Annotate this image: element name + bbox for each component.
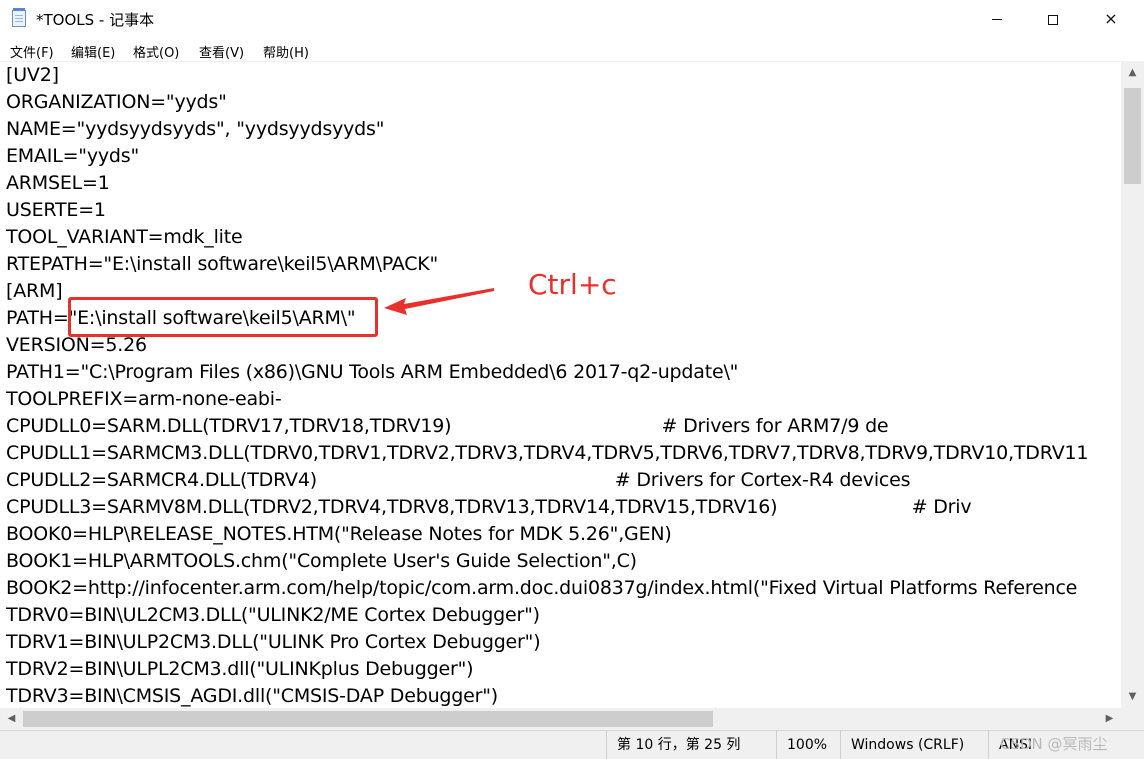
text-line: CPUDLL3=SARMV8M.DLL(TDRV2,TDRV4,TDRV8,TD… [6, 496, 972, 518]
menu-view[interactable]: 查看(V) [199, 42, 244, 61]
text-line: USERTE=1 [6, 199, 106, 221]
annotation-label: Ctrl+c [528, 268, 617, 301]
cursor-position: 第 10 行，第 25 列 [606, 731, 776, 759]
line-ending: Windows (CRLF) [840, 731, 988, 759]
text-line: TDRV3=BIN\CMSIS_AGDI.dll("CMSIS-DAP Debu… [6, 685, 498, 707]
horizontal-scrollbar[interactable]: ◀ ▶ [0, 708, 1121, 730]
scroll-down-icon[interactable]: ▼ [1121, 686, 1144, 708]
window-title: *TOOLS - 记事本 [36, 11, 155, 29]
maximize-button[interactable] [1030, 0, 1076, 38]
status-bar: 第 10 行，第 25 列 100% Windows (CRLF) ANSI C… [0, 730, 1144, 759]
text-line: [ARM] [6, 280, 63, 302]
notepad-icon [12, 8, 26, 27]
scroll-up-icon[interactable]: ▲ [1121, 62, 1144, 84]
scroll-left-icon[interactable]: ◀ [0, 708, 23, 730]
text-editor[interactable]: [UV2] ORGANIZATION="yyds" NAME="yydsyyds… [0, 62, 1121, 708]
menu-edit[interactable]: 编辑(E) [71, 42, 115, 61]
text-line: ORGANIZATION="yyds" [6, 91, 227, 113]
text-line: CPUDLL2=SARMCR4.DLL(TDRV4) # Drivers for… [6, 469, 911, 491]
text-line: RTEPATH="E:\install software\keil5\ARM\P… [6, 253, 439, 275]
menu-help[interactable]: 帮助(H) [263, 42, 309, 61]
text-line: PATH1="C:\Program Files (x86)\GNU Tools … [6, 361, 739, 383]
text-line: TDRV0=BIN\UL2CM3.DLL("ULINK2/ME Cortex D… [6, 604, 540, 626]
menu-format[interactable]: 格式(O) [133, 42, 179, 61]
text-line: TDRV1=BIN\ULP2CM3.DLL("ULINK Pro Cortex … [6, 631, 541, 653]
text-line: TOOL_VARIANT=mdk_lite [6, 226, 243, 248]
scroll-right-icon[interactable]: ▶ [1098, 708, 1121, 730]
horizontal-scroll-thumb[interactable] [23, 711, 713, 727]
text-line: ARMSEL=1 [6, 172, 110, 194]
maximize-icon [1048, 14, 1058, 25]
close-icon: × [1104, 9, 1118, 28]
text-line: BOOK1=HLP\ARMTOOLS.chm("Complete User's … [6, 550, 637, 572]
text-line: BOOK2=http://infocenter.arm.com/help/top… [6, 577, 1078, 599]
minimize-icon [992, 19, 1002, 20]
title-bar: *TOOLS - 记事本 × [0, 0, 1144, 38]
close-button[interactable]: × [1088, 0, 1134, 38]
text-line: BOOK0=HLP\RELEASE_NOTES.HTM("Release Not… [6, 523, 672, 545]
menu-file[interactable]: 文件(F) [10, 42, 54, 61]
minimize-button[interactable] [974, 0, 1020, 38]
text-line: CPUDLL1=SARMCM3.DLL(TDRV0,TDRV1,TDRV2,TD… [6, 442, 1089, 464]
scrollbar-corner [1121, 708, 1144, 730]
text-line: EMAIL="yyds" [6, 145, 140, 167]
vertical-scrollbar[interactable]: ▲ ▼ [1121, 62, 1144, 708]
annotation-arrow-icon [384, 288, 494, 315]
highlight-box [68, 297, 378, 337]
vertical-scroll-thumb[interactable] [1124, 88, 1141, 184]
watermark: CSDN @冥雨尘 [1000, 735, 1108, 753]
menu-bar: 文件(F) 编辑(E) 格式(O) 查看(V) 帮助(H) [0, 38, 1144, 62]
text-line: TDRV2=BIN\ULPL2CM3.dll("ULINKplus Debugg… [6, 658, 474, 680]
text-line: CPUDLL0=SARM.DLL(TDRV17,TDRV18,TDRV19) #… [6, 415, 889, 437]
text-line: TOOLPREFIX=arm-none-eabi- [6, 388, 282, 410]
text-line: [UV2] [6, 64, 59, 86]
text-line: NAME="yydsyydsyyds", "yydsyydsyyds" [6, 118, 385, 140]
zoom-level: 100% [776, 731, 840, 759]
